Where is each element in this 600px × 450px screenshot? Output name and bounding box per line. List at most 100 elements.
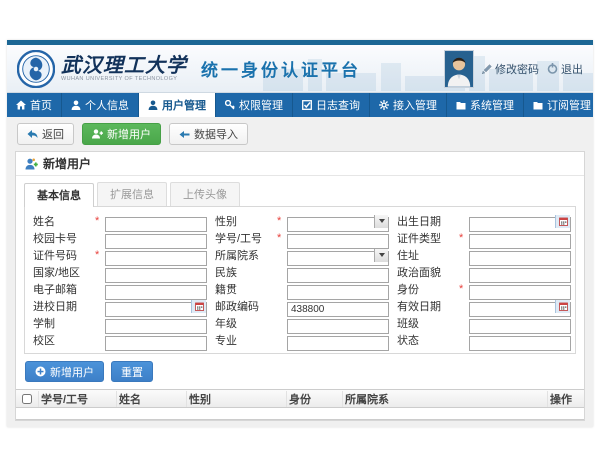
nav-item-profile[interactable]: 个人信息 <box>62 93 139 117</box>
nav-item-log-query[interactable]: 日志查询 <box>293 93 370 117</box>
data-import-button[interactable]: 数据导入 <box>169 123 248 145</box>
student-id-input[interactable] <box>287 234 389 249</box>
status-input[interactable] <box>469 336 571 351</box>
back-button[interactable]: 返回 <box>17 123 74 145</box>
grade-field: 年级 <box>215 315 389 331</box>
gender-field: 性别 * <box>215 213 389 229</box>
major-field: 专业 <box>215 332 389 348</box>
tab-upload-avatar[interactable]: 上传头像 <box>170 182 240 206</box>
toolbar: 返回 新增用户 数据导入 <box>7 117 593 150</box>
address-input[interactable] <box>469 251 571 266</box>
table-column-header: 身份 <box>286 391 342 407</box>
class-field: 班级 <box>397 315 571 331</box>
nav-item-subscribe-mgmt[interactable]: 订阅管理 <box>524 93 600 117</box>
users-icon <box>148 100 158 110</box>
basic-info-form: 姓名 * 性别 * <box>24 206 576 354</box>
main-nav: 首页 个人信息 用户管理 权限管理 日志查询 接入管理 系统管理 订阅管理 <box>7 93 593 117</box>
country-input[interactable] <box>105 268 207 283</box>
app-window: 武汉理工大学 WUHAN UNIVERSITY OF TECHNOLOGY 统一… <box>7 40 593 427</box>
id-type-input[interactable] <box>469 234 571 249</box>
logout-link[interactable]: 退出 <box>547 61 583 77</box>
calendar-button[interactable] <box>555 300 570 313</box>
table-column-header: 操作 <box>547 391 584 407</box>
name-input[interactable] <box>105 217 207 232</box>
power-icon <box>547 63 558 74</box>
user-add-icon <box>25 158 38 170</box>
results-table-empty-row <box>16 408 584 420</box>
back-arrow-icon <box>27 130 38 139</box>
study-length-input[interactable] <box>105 319 207 334</box>
section-title: 新增用户 <box>43 155 91 172</box>
table-column-header: 学号/工号 <box>38 391 116 407</box>
dropdown-button[interactable] <box>374 215 388 228</box>
user-icon <box>71 100 81 110</box>
identity-field: 身份 * <box>397 281 571 297</box>
key-icon <box>225 100 235 110</box>
class-input[interactable] <box>469 319 571 334</box>
country-field: 国家/地区 <box>33 264 207 280</box>
study-length-field: 学制 <box>33 315 207 331</box>
ethnicity-input[interactable] <box>287 268 389 283</box>
grade-input[interactable] <box>287 319 389 334</box>
campus-input[interactable] <box>105 336 207 351</box>
calendar-icon <box>559 217 568 226</box>
birth-date-field: 出生日期 <box>397 213 571 229</box>
native-place-field: 籍贯 <box>215 281 389 297</box>
university-logo <box>17 50 55 88</box>
tab-bar: 基本信息扩展信息上传头像 <box>16 176 584 206</box>
tab-extended-info[interactable]: 扩展信息 <box>97 182 167 206</box>
major-input[interactable] <box>287 336 389 351</box>
section-title-bar: 新增用户 <box>16 152 584 176</box>
folder-icon <box>533 101 543 110</box>
department-field: 所属院系 <box>215 247 389 263</box>
calendar-button[interactable] <box>555 215 570 228</box>
identity-input[interactable] <box>469 285 571 300</box>
reset-button[interactable]: 重置 <box>111 361 153 382</box>
form-actions: 新增用户 重置 <box>16 354 584 388</box>
nav-item-user-mgmt[interactable]: 用户管理 <box>139 93 216 117</box>
email-field: 电子邮箱 <box>33 281 207 297</box>
submit-add-user-button[interactable]: 新增用户 <box>25 361 104 382</box>
political-status-input[interactable] <box>469 268 571 283</box>
nav-item-access-mgmt[interactable]: 接入管理 <box>370 93 447 117</box>
tab-basic-info[interactable]: 基本信息 <box>24 183 94 207</box>
pencil-icon <box>482 64 492 74</box>
results-table-header: 学号/工号姓名性别身份所属院系操作 <box>16 389 584 408</box>
nav-item-home[interactable]: 首页 <box>7 93 62 117</box>
dropdown-button[interactable] <box>374 249 388 262</box>
form-grid: 姓名 * 性别 * <box>33 213 567 348</box>
postal-code-input[interactable] <box>287 302 389 317</box>
log-icon <box>302 100 312 110</box>
university-name-block: 武汉理工大学 WUHAN UNIVERSITY OF TECHNOLOGY <box>61 55 187 83</box>
table-column-header: 性别 <box>186 391 286 407</box>
native-place-input[interactable] <box>287 285 389 300</box>
entry-date-field: 进校日期 <box>33 298 207 314</box>
gear-icon <box>379 100 389 110</box>
valid-date-field: 有效日期 <box>397 298 571 314</box>
plus-circle-icon <box>35 366 46 377</box>
add-user-toolbar-button[interactable]: 新增用户 <box>82 123 161 145</box>
content-area: 返回 新增用户 数据导入 新增用户 <box>7 117 593 427</box>
calendar-button[interactable] <box>191 300 206 313</box>
nav-item-perm-mgmt[interactable]: 权限管理 <box>216 93 293 117</box>
user-avatar <box>444 50 474 88</box>
import-arrow-icon <box>179 130 190 139</box>
id-number-input[interactable] <box>105 251 207 266</box>
campus-card-input[interactable] <box>105 234 207 249</box>
header: 武汉理工大学 WUHAN UNIVERSITY OF TECHNOLOGY 统一… <box>7 45 593 93</box>
status-field: 状态 <box>397 332 571 348</box>
university-name-cn: 武汉理工大学 <box>61 55 187 75</box>
change-password-link[interactable]: 修改密码 <box>482 61 539 77</box>
email-input[interactable] <box>105 285 207 300</box>
select-all-checkbox[interactable] <box>16 394 38 404</box>
calendar-icon <box>195 302 204 311</box>
campus-field: 校区 <box>33 332 207 348</box>
id-number-field: 证件号码 * <box>33 247 207 263</box>
name-field: 姓名 * <box>33 213 207 229</box>
table-column-header: 所属院系 <box>342 391 547 407</box>
campus-card-field: 校园卡号 <box>33 230 207 246</box>
nav-item-system-mgmt[interactable]: 系统管理 <box>447 93 524 117</box>
new-user-panel: 新增用户 基本信息扩展信息上传头像 姓名 * 性别 <box>15 151 585 421</box>
user-plus-icon <box>92 129 103 139</box>
postal-code-field: 邮政编码 <box>215 298 389 314</box>
